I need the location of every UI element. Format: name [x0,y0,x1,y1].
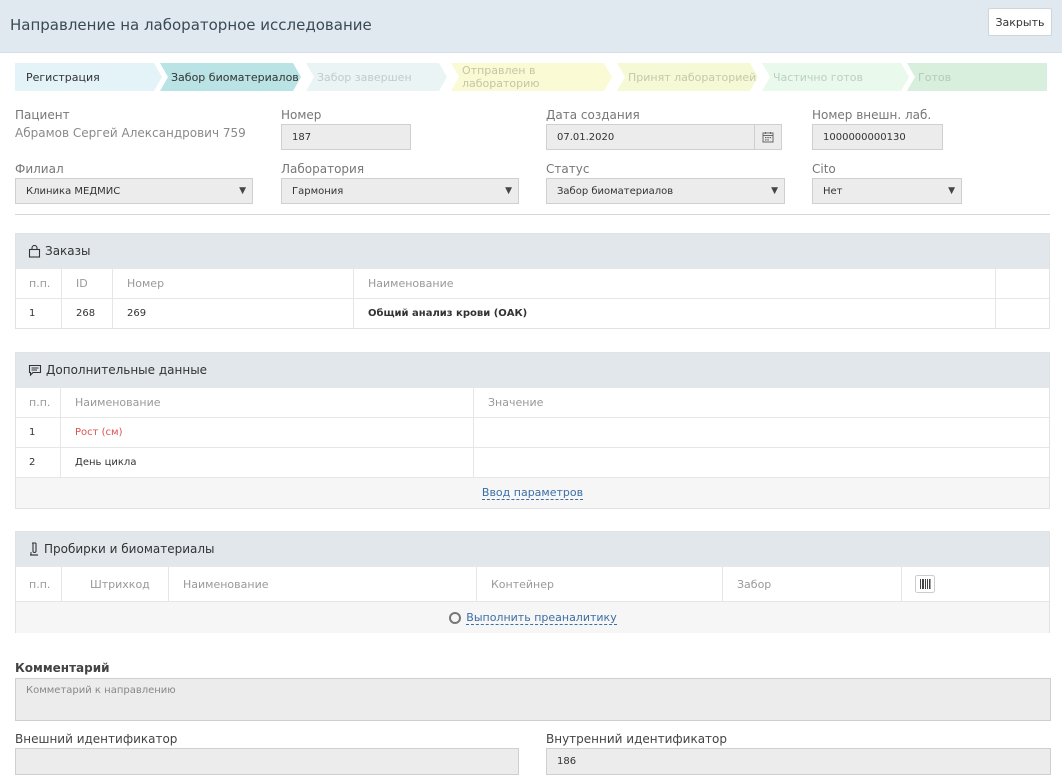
table-row[interactable]: 1 Рост (см) [16,417,1049,447]
shopping-bag-icon [28,244,41,258]
tubes-title: Пробирки и биоматериалы [44,542,215,556]
col-header-index: п.п. [29,396,51,409]
status-label: Статус [546,162,590,176]
enter-parameters-link[interactable]: Ввод параметров [481,486,584,500]
step-biomaterial-collection[interactable]: Забор биоматериалов [160,63,301,91]
patient-value[interactable]: Абрамов Сергей Александрович 759 [15,126,246,140]
cell-id: 268 [76,308,96,319]
close-button[interactable]: Закрыть [988,8,1052,36]
comment-textarea[interactable]: Комметарий к направлению [15,678,1051,721]
step-label: Готов [918,70,952,84]
orders-panel: Заказы п.п. ID Номер Наименование 1 268 … [15,233,1050,329]
branch-label: Филиал [15,162,64,176]
col-header-container: Контейнер [491,577,554,591]
calendar-button[interactable] [754,124,782,150]
step-accepted-by-lab[interactable]: Принят лабораторией [617,63,758,91]
lab-label: Лаборатория [281,162,365,176]
cell-index: 2 [29,457,36,468]
cell-name: День цикла [75,457,137,468]
extra-data-title: Дополнительные данные [46,363,208,377]
col-header-index: п.п. [29,577,51,591]
number-field[interactable]: 187 [281,124,411,150]
branch-value: Клиника МЕДМИС [26,185,121,197]
tubes-footer: Выполнить преаналитику [16,601,1049,633]
step-label: Частично готов [773,70,863,84]
print-barcode-button[interactable] [915,567,935,601]
step-label: Забор завершен [317,70,412,84]
internal-id-field[interactable]: 186 [546,748,1051,775]
cito-value: Нет [823,185,843,197]
orders-header-row: п.п. ID Номер Наименование [16,268,1049,298]
step-label: Забор биоматериалов [171,70,299,84]
step-sent-to-lab[interactable]: Отправлен в лабораторию [451,63,612,91]
branch-select[interactable]: Клиника МЕДМИС ▼ [15,178,253,204]
comment-label: Комментарий [15,661,110,675]
lab-value: Гармония [292,185,344,197]
calendar-icon [762,132,774,143]
barcode-icon [915,575,935,593]
step-registration[interactable]: Регистрация [15,63,162,91]
tubes-panel-header: Пробирки и биоматериалы [16,532,1049,566]
step-collection-complete[interactable]: Забор завершен [306,63,447,91]
col-header-number: Номер [127,277,165,290]
col-header-name: Наименование [183,577,269,591]
orders-title: Заказы [45,244,91,258]
comment-icon [28,364,42,376]
tubes-header-row: п.п. Штрихкод Наименование Контейнер Заб… [16,566,1049,601]
extra-data-panel-header: Дополнительные данные [16,353,1049,387]
cell-index: 1 [29,308,36,319]
col-header-name: Наименование [368,277,454,290]
test-tube-icon [30,542,38,556]
status-steps: Регистрация Забор биоматериалов Забор за… [15,63,1047,91]
chevron-down-icon: ▼ [239,186,246,196]
cell-index: 1 [29,427,36,438]
created-date-label: Дата создания [546,108,640,122]
run-preanalytics-link[interactable]: Выполнить преаналитику [466,611,617,625]
step-partially-ready[interactable]: Частично готов [762,63,909,91]
page-title: Направление на лабораторное исследование [10,16,372,34]
extra-data-footer: Ввод параметров [16,477,1049,508]
table-row[interactable]: 1 268 269 Общий анализ крови (ОАК) [16,298,1049,328]
ext-lab-number-field[interactable]: 1000000000130 [812,124,943,150]
col-header-index: п.п. [29,277,51,290]
step-label: Регистрация [26,70,100,84]
internal-id-label: Внутренний идентификатор [546,732,727,746]
patient-label: Пациент [15,108,70,122]
divider [15,214,1050,215]
extra-header-row: п.п. Наименование Значение [16,387,1049,417]
orders-panel-header: Заказы [16,234,1049,268]
circle-icon [449,611,462,624]
step-label: Принят лабораторией [628,70,757,84]
col-header-id: ID [76,277,88,290]
dialog-header: Направление на лабораторное исследование… [0,0,1062,53]
chevron-down-icon: ▼ [948,186,955,196]
col-header-name: Наименование [75,396,161,409]
col-header-barcode: Штрихкод [90,577,150,591]
chevron-down-icon: ▼ [771,186,778,196]
created-date-field[interactable]: 07.01.2020 [546,124,755,150]
lab-select[interactable]: Гармония ▼ [281,178,519,204]
col-header-value: Значение [488,396,544,409]
external-id-label: Внешний идентификатор [15,732,178,746]
tubes-panel: Пробирки и биоматериалы п.п. Штрихкод На… [15,531,1050,633]
cell-number: 269 [127,308,147,319]
chevron-down-icon: ▼ [505,186,512,196]
col-header-collection: Забор [737,577,772,591]
extra-data-panel: Дополнительные данные п.п. Наименование … [15,352,1050,509]
step-label: Отправлен в лабораторию [462,64,540,90]
status-select[interactable]: Забор биоматериалов ▼ [546,178,785,204]
step-ready[interactable]: Готов [907,63,1047,91]
cell-name: Рост (см) [75,427,123,438]
cell-name: Общий анализ крови (ОАК) [368,308,528,319]
ext-lab-number-label: Номер внешн. лаб. [812,108,932,122]
status-value: Забор биоматериалов [557,185,674,197]
cito-label: Cito [812,162,836,176]
number-label: Номер [281,108,322,122]
external-id-field[interactable] [15,748,519,775]
table-row[interactable]: 2 День цикла [16,447,1049,477]
cito-select[interactable]: Нет ▼ [812,178,962,204]
